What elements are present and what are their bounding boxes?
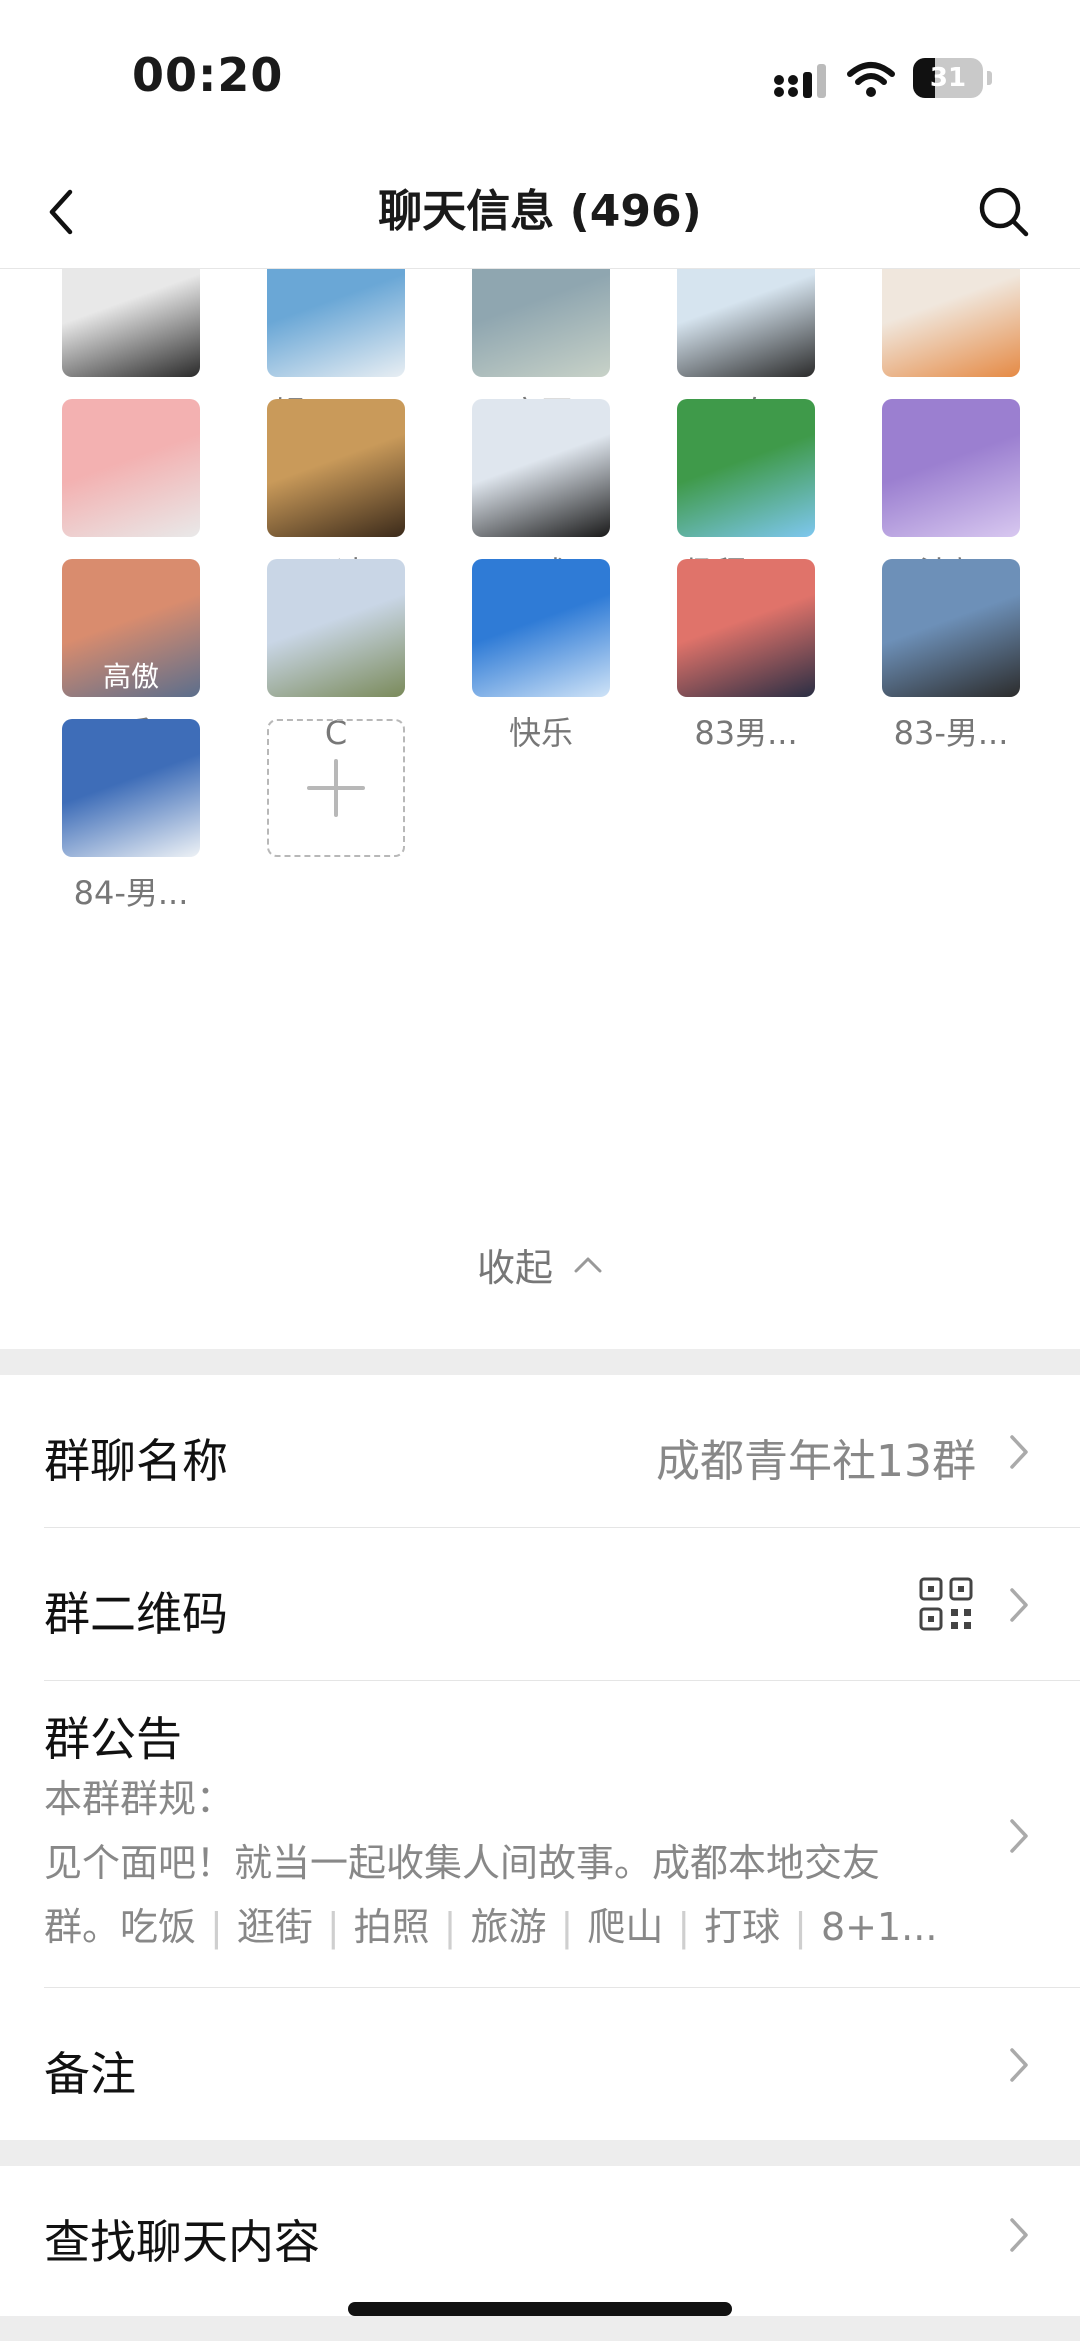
notice-tag: 爬山 [587,1905,664,1949]
member-name: 83-男... [893,714,1009,752]
notice-tag: 旅游 [470,1905,547,1949]
find-chat-row[interactable]: 查找聊天内容 [0,2166,1080,2316]
chevron-right-icon [1010,2218,1028,2252]
remark-label: 备注 [44,2047,136,2101]
battery-icon: 31 [913,58,992,98]
member-avatar[interactable] [472,559,610,697]
avatar-caption: 高傲 [102,660,159,693]
signal-icon [774,64,826,98]
member-avatar[interactable] [472,399,610,537]
status-bar: 00:20 31 [0,0,1080,160]
chevron-right-icon [1010,2048,1028,2082]
group-notice-text: 本群群规： 见个面吧！就当一起收集人间故事。成都本地交友 群。吃饭 | 逛街 | 拍照 |… [44,1767,984,1959]
member-avatar[interactable] [882,559,1020,697]
plus-icon [307,759,365,817]
collapse-button[interactable]: 收起 [0,1237,1080,1292]
collapse-label: 收起 [476,1246,553,1290]
battery-body: 31 [913,58,983,98]
page-title: 聊天信息 (496) [378,186,702,237]
member-item[interactable]: 84-男... [41,719,221,913]
member-avatar[interactable] [882,269,1020,377]
separator: | [443,1905,457,1949]
group-name-label: 群聊名称 [44,1434,228,1488]
add-member-button[interactable] [246,719,426,857]
member-avatar[interactable] [62,719,200,857]
nav-bar: 聊天信息 (496) [0,160,1080,269]
member-item[interactable]: 快乐 [451,559,631,753]
separator: | [677,1905,691,1949]
notice-tag: 8+1... [820,1905,938,1949]
qr-code-row[interactable]: 群二维码 [0,1528,1080,1680]
notice-line: 本群群规： [44,1777,235,1821]
search-icon[interactable] [972,180,1036,244]
chevron-right-icon [1010,1819,1028,1853]
battery-level: 31 [929,63,967,93]
member-name: 快乐 [508,714,573,752]
status-time: 00:20 [132,48,284,102]
chevron-right-icon [1010,1435,1028,1469]
group-name-row[interactable]: 群聊名称 成都青年社13群 [0,1375,1080,1527]
notice-tag: 打球 [704,1905,781,1949]
member-avatar[interactable] [62,399,200,537]
member-name: 83男... [694,714,798,752]
home-indicator [348,2302,732,2316]
notice-line: 群。吃饭 | 逛街 | 拍照 | 旅游 | 爬山 | 打球 | 8+1... [44,1895,984,1959]
find-chat-label: 查找聊天内容 [44,2215,320,2269]
qr-code-label: 群二维码 [44,1587,228,1641]
group-notice-row[interactable]: 群公告 本群群规： 见个面吧！就当一起收集人间故事。成都本地交友 群。吃饭 | 逛街… [0,1681,1080,1987]
member-item[interactable]: 83-男... [861,559,1041,753]
member-avatar[interactable] [62,269,200,377]
notice-line: 见个面吧！就当一起收集人间故事。成都本地交友 [44,1841,881,1885]
member-avatar[interactable] [267,269,405,377]
chevron-right-icon [1010,1588,1028,1622]
remark-row[interactable]: 备注 [0,1988,1080,2140]
separator: | [560,1905,574,1949]
group-name-value: 成都青年社13群 [656,1436,976,1487]
notice-tag: 逛街 [236,1905,313,1949]
group-notice-label: 群公告 [44,1712,182,1766]
battery-tip [987,71,992,85]
wifi-icon [847,62,895,97]
member-avatar[interactable] [267,559,405,697]
member-avatar[interactable] [267,399,405,537]
notice-text: 群。吃饭 [44,1905,197,1949]
member-name: 84-男... [73,874,189,912]
chevron-up-icon [574,1257,602,1272]
member-avatar[interactable] [882,399,1020,537]
member-avatar[interactable] [677,399,815,537]
separator: | [326,1905,340,1949]
member-avatar[interactable] [472,269,610,377]
member-avatar[interactable]: 高傲 [62,559,200,697]
member-grid: 99 26...娟 eR-...音同94 女...91天...Mr&Jia...… [0,269,1080,1349]
notice-tag: 拍照 [353,1905,430,1949]
group-settings-card: 群聊名称 成都青年社13群 群二维码 群公告 本群群规： 见个面吧！就当一起收集… [0,1375,1080,2140]
add-member-box[interactable] [267,719,405,857]
separator: | [210,1905,223,1949]
qr-code-icon [919,1577,973,1631]
member-avatar[interactable] [677,269,815,377]
member-item[interactable]: 83男... [656,559,836,753]
member-avatar[interactable] [677,559,815,697]
separator: | [794,1905,807,1949]
